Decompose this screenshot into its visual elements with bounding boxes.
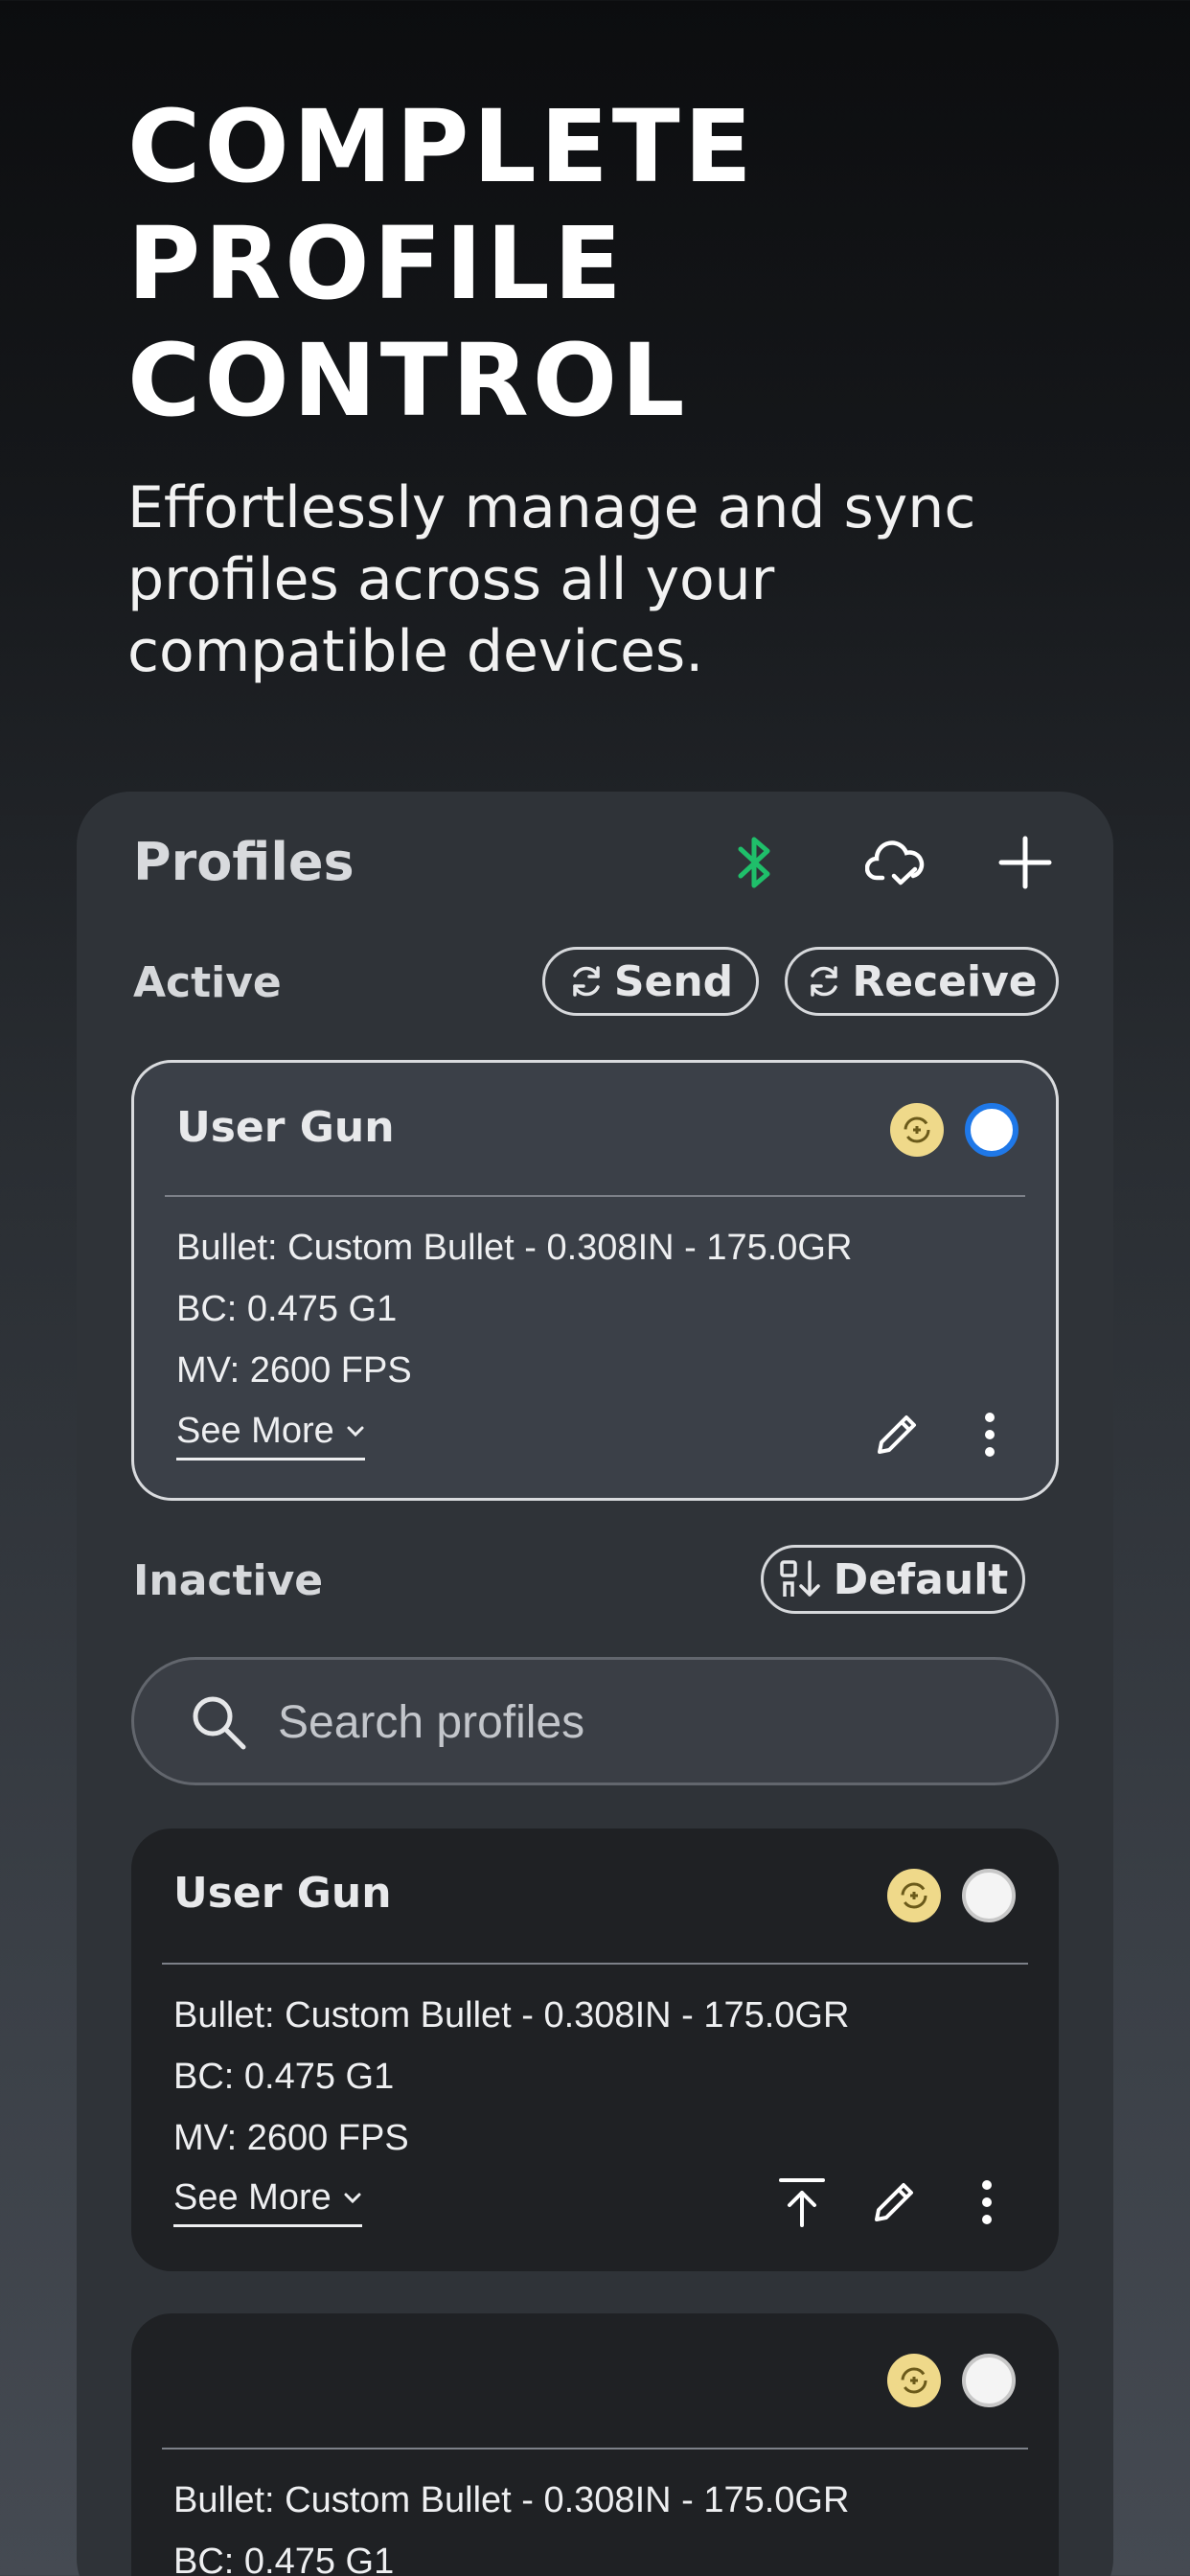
search-input[interactable]	[278, 1689, 1025, 1756]
profiles-panel: Profiles Active Send Receive User Gun Bu…	[77, 792, 1113, 2576]
unselected-radio[interactable]	[962, 2354, 1016, 2407]
chevron-down-icon	[347, 1426, 364, 1437]
search-bar[interactable]	[131, 1657, 1059, 1785]
bc-info: BC: 0.475 G1	[176, 1289, 398, 1329]
active-label: Active	[133, 958, 282, 1007]
sync-status-icon	[887, 1869, 941, 1922]
more-options-icon[interactable]	[956, 2172, 1018, 2233]
profile-name: User Gun	[176, 1103, 395, 1152]
sync-icon	[811, 966, 838, 997]
sync-icon	[573, 966, 600, 997]
bc-info: BC: 0.475 G1	[173, 2542, 395, 2576]
profile-name: User Gun	[173, 1869, 392, 1918]
cloud-check-icon[interactable]	[860, 828, 929, 897]
sync-status-icon	[887, 2354, 941, 2407]
divider	[165, 1195, 1025, 1197]
hero-title: COMPLETE PROFILE CONTROL	[127, 88, 756, 439]
hero-subtitle: Effortlessly manage and sync profiles ac…	[127, 474, 976, 685]
upload-icon[interactable]	[771, 2172, 833, 2233]
more-options-icon[interactable]	[959, 1404, 1020, 1465]
mv-info: MV: 2600 FPS	[173, 2118, 409, 2158]
divider	[162, 2448, 1028, 2450]
edit-icon[interactable]	[863, 2172, 925, 2233]
plus-icon[interactable]	[991, 828, 1060, 897]
inactive-profile-card[interactable]: Bullet: Custom Bullet - 0.308IN - 175.0G…	[131, 2313, 1059, 2576]
sort-label: Default	[833, 1554, 1009, 1604]
see-more-link[interactable]: See More	[176, 1411, 365, 1460]
receive-label: Receive	[852, 956, 1038, 1006]
divider	[162, 1963, 1028, 1965]
see-more-label: See More	[173, 2177, 332, 2218]
bluetooth-icon[interactable]	[721, 828, 790, 897]
chevron-down-icon	[344, 2193, 361, 2203]
see-more-label: See More	[176, 1411, 334, 1451]
edit-icon[interactable]	[866, 1404, 927, 1465]
receive-button[interactable]: Receive	[785, 947, 1059, 1016]
bullet-info: Bullet: Custom Bullet - 0.308IN - 175.0G…	[176, 1228, 853, 1268]
profiles-title: Profiles	[133, 832, 355, 892]
sync-status-icon	[890, 1103, 944, 1157]
see-more-link[interactable]: See More	[173, 2177, 362, 2227]
send-label: Send	[613, 956, 734, 1006]
bullet-info: Bullet: Custom Bullet - 0.308IN - 175.0G…	[173, 1995, 850, 2036]
send-button[interactable]: Send	[542, 947, 759, 1016]
selected-radio[interactable]	[965, 1103, 1018, 1157]
search-icon	[193, 1696, 246, 1750]
unselected-radio[interactable]	[962, 1869, 1016, 1922]
sort-default-button[interactable]: Default	[761, 1545, 1025, 1614]
bc-info: BC: 0.475 G1	[173, 2057, 395, 2097]
active-profile-card[interactable]: User Gun Bullet: Custom Bullet - 0.308IN…	[131, 1060, 1059, 1501]
bullet-info: Bullet: Custom Bullet - 0.308IN - 175.0G…	[173, 2480, 850, 2520]
mv-info: MV: 2600 FPS	[176, 1350, 412, 1391]
sort-icon	[779, 1560, 820, 1597]
inactive-profile-card[interactable]: User Gun Bullet: Custom Bullet - 0.308IN…	[131, 1828, 1059, 2271]
inactive-label: Inactive	[133, 1556, 324, 1605]
